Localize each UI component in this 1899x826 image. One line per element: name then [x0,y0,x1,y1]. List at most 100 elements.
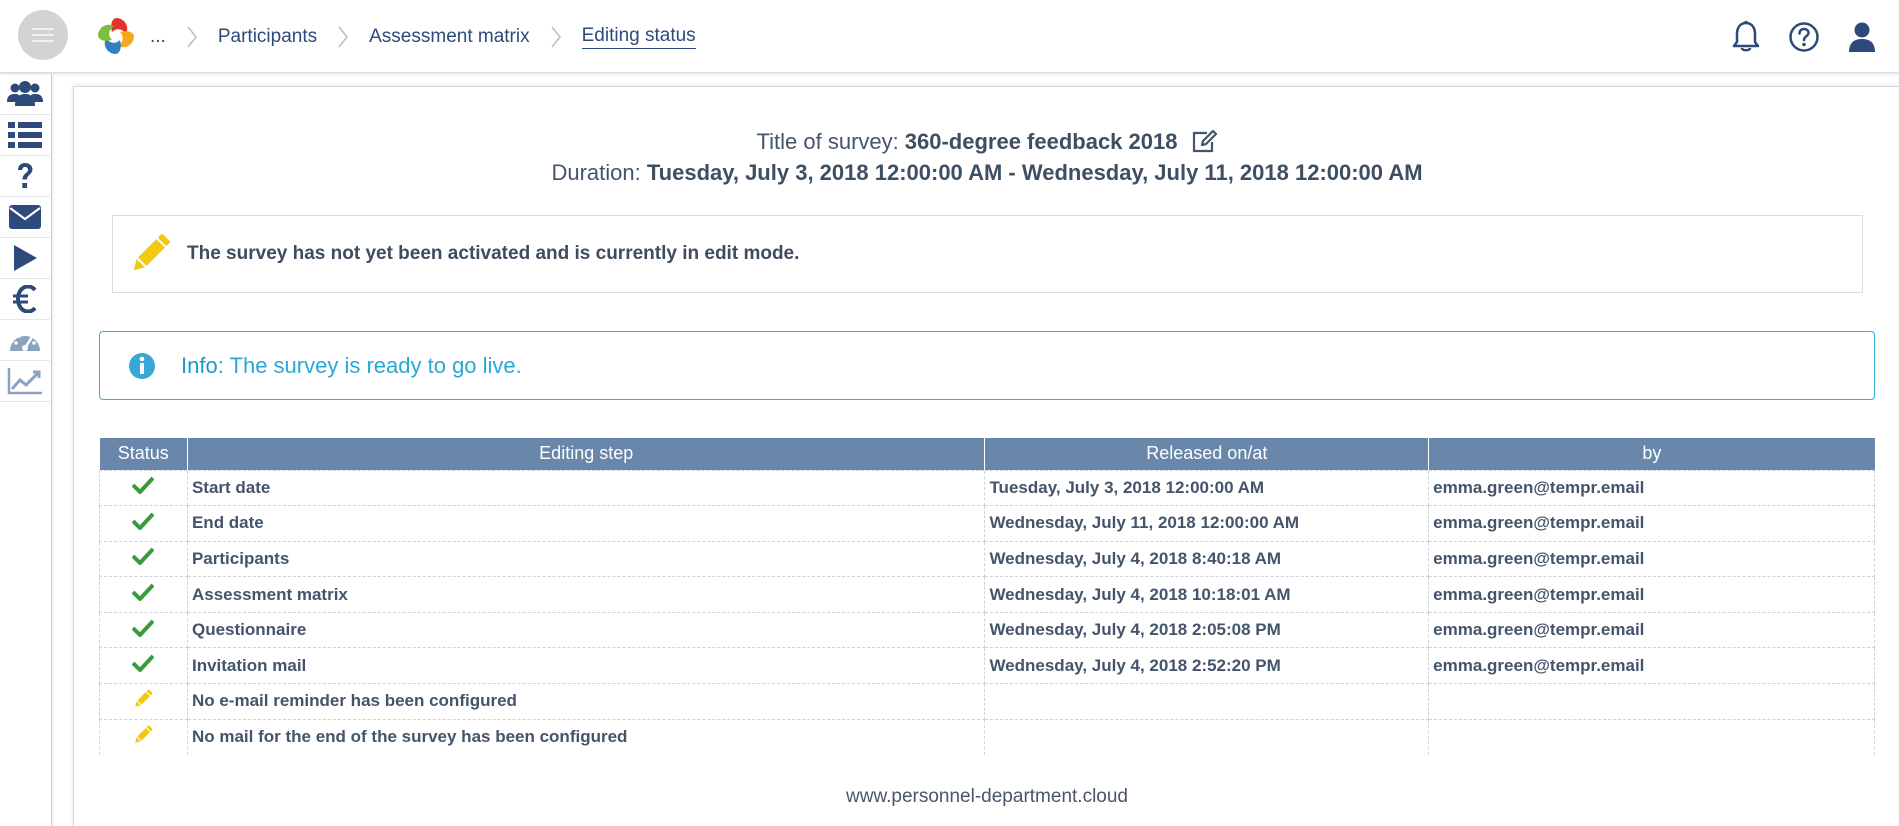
table-row: Invitation mail Wednesday, July 4, 2018 2… [99,647,1875,685]
chevron-right-icon [187,26,197,48]
users-icon [7,81,43,106]
sidebar-item-dashboard[interactable] [0,320,50,361]
sidebar-item-analytics[interactable] [0,361,50,402]
edit-mode-alert: The survey has not yet been activated an… [112,215,1863,293]
pencil-icon [132,689,154,714]
checkmark-icon [132,476,155,498]
by-cell: emma.green@tempr.email [1428,611,1875,649]
editing-step-cell: Questionnaire [186,611,986,649]
breadcrumb-participants[interactable]: Participants [218,26,317,48]
checkmark-icon [132,548,155,569]
help-circle-icon[interactable] [1787,20,1821,54]
info-alert: Info: The survey is ready to go live. [99,331,1875,400]
status-cell [99,469,188,507]
released-cell [984,718,1430,755]
checkmark-icon [132,583,155,605]
header-editing-step: Editing step [187,438,986,470]
released-cell: Wednesday, July 4, 2018 2:05:08 PM [984,611,1430,649]
released-cell: Wednesday, July 11, 2018 12:00:00 AM [984,505,1430,542]
by-cell: emma.green@tempr.email [1428,505,1875,542]
info-message: : The survey is ready to go live. [217,352,522,378]
list-icon [8,122,42,148]
status-cell [99,718,188,755]
left-sidebar [0,74,52,826]
survey-header: Title of survey: 360-degree feedback 201… [74,127,1899,189]
edit-mode-message: The survey has not yet been activated an… [187,243,800,264]
by-cell: emma.green@tempr.email [1428,647,1875,685]
table-header-row: Status Editing step Released on/at by [99,438,1875,470]
survey-title-line: Title of survey: 360-degree feedback 201… [74,127,1899,157]
by-cell: emma.green@tempr.email [1428,469,1875,507]
edit-icon[interactable] [1191,130,1218,154]
footer-url[interactable]: www.personnel-department.cloud [74,786,1899,808]
chart-line-icon [7,368,42,395]
editing-step-cell: Start date [186,469,986,507]
play-icon [14,245,37,271]
by-cell [1428,683,1875,720]
top-bar: ... Participants Assessment matrix Editi… [0,0,1899,73]
editing-status-table: Status Editing step Released on/at by St… [99,438,1875,755]
breadcrumb: ... Participants Assessment matrix Editi… [150,22,696,52]
table-row: End date Wednesday, July 11, 2018 12:00:0… [99,505,1875,542]
status-cell [99,540,188,578]
table-row: Questionnaire Wednesday, July 4, 2018 2:0… [99,611,1875,649]
released-cell: Wednesday, July 4, 2018 2:52:20 PM [984,647,1430,685]
table-row: Assessment matrix Wednesday, July 4, 2018… [99,576,1875,613]
sidebar-item-billing[interactable] [0,279,50,320]
released-cell: Wednesday, July 4, 2018 10:18:01 AM [984,576,1430,613]
breadcrumb-editing-status[interactable]: Editing status [581,25,696,49]
envelope-icon [9,205,41,229]
survey-title-label: Title of survey: [756,129,899,154]
table-row: No mail for the end of the survey has be… [99,718,1875,755]
app-logo-icon[interactable] [94,14,138,58]
table-row: No e-mail reminder has been configured [99,683,1875,720]
by-cell: emma.green@tempr.email [1428,576,1875,613]
main-panel: Title of survey: 360-degree feedback 201… [73,86,1899,826]
released-cell: Wednesday, July 4, 2018 8:40:18 AM [984,540,1430,578]
chevron-right-icon [551,26,561,48]
sidebar-item-participants[interactable] [0,74,50,115]
sidebar-item-launch[interactable] [0,238,50,279]
editing-step-cell: End date [186,505,986,542]
menu-line [32,34,54,36]
breadcrumb-assessment-matrix[interactable]: Assessment matrix [369,26,529,48]
checkmark-icon [132,619,155,641]
euro-icon [13,285,37,313]
survey-title-value: 360-degree feedback 2018 [904,129,1178,154]
editing-step-cell: Invitation mail [186,647,986,685]
survey-duration-label: Duration: [551,160,641,185]
user-icon[interactable] [1845,20,1879,54]
editing-step-cell: Assessment matrix [186,576,986,613]
menu-line [32,28,54,30]
hamburger-menu-button[interactable] [18,10,68,60]
survey-duration-line: Duration: Tuesday, July 3, 2018 12:00:00… [74,157,1899,189]
table-row: Participants Wednesday, July 4, 2018 8:40… [99,540,1875,578]
dashboard-icon [10,331,40,351]
status-cell [99,683,188,720]
status-cell [99,647,188,685]
table-row: Start date Tuesday, July 3, 2018 12:00:00… [99,469,1875,507]
header-status: Status [99,438,188,470]
chevron-right-icon [338,26,349,48]
sidebar-item-mail[interactable] [0,197,50,238]
header-by: by [1428,438,1875,470]
bell-icon[interactable] [1729,20,1763,54]
sidebar-item-list[interactable] [0,115,50,156]
status-cell [99,505,188,542]
sidebar-item-questions[interactable] [0,156,50,197]
editing-step-cell: No mail for the end of the survey has be… [186,718,986,755]
breadcrumb-ellipsis[interactable]: ... [150,26,166,48]
survey-duration-value: Tuesday, July 3, 2018 12:00:00 AM - Wedn… [646,160,1423,185]
released-cell [984,683,1430,720]
released-cell: Tuesday, July 3, 2018 12:00:00 AM [984,469,1430,507]
status-cell [99,611,188,649]
pencil-icon [133,234,170,271]
by-cell [1428,718,1875,755]
editing-step-cell: No e-mail reminder has been configured [186,683,986,720]
menu-line [32,40,54,42]
status-cell [99,576,188,613]
by-cell: emma.green@tempr.email [1428,540,1875,578]
editing-step-cell: Participants [186,540,986,578]
top-icons [1729,20,1879,54]
pencil-icon [132,725,154,750]
